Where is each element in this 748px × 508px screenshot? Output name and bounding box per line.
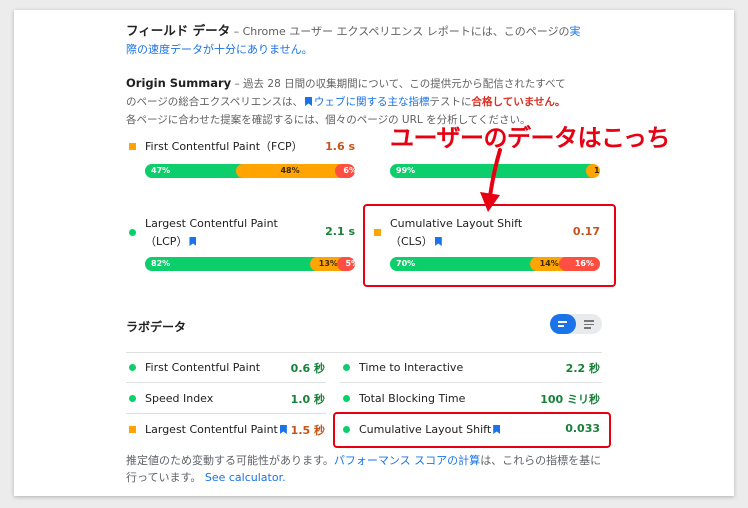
lab-si-value: 1.0 秒 xyxy=(290,393,325,406)
lab-tbt-value: 100 ミリ秒 xyxy=(540,393,600,406)
origin-cls-name-line2: （CLS） xyxy=(390,234,522,250)
lab-si-name: Speed Index xyxy=(145,392,214,405)
list-view-icon[interactable] xyxy=(576,314,602,334)
origin-fcp-value: 1.6 s xyxy=(325,140,355,153)
origin-cls-name-line1: Cumulative Layout Shift xyxy=(390,217,523,230)
footnote-text: 推定値のため変動する可能性があります。 xyxy=(126,454,334,467)
good-dot-icon xyxy=(129,395,136,402)
good-dot-icon xyxy=(343,395,350,402)
poor-segment: 5% xyxy=(337,257,355,271)
callout-text: ユーザーのデータはこっち xyxy=(390,124,670,152)
origin-lcp-value: 2.1 s xyxy=(325,225,355,238)
lab-lcp-value: 1.5 秒 xyxy=(290,424,325,437)
lab-data-title: ラボデータ xyxy=(126,320,187,334)
origin-cls-value: 0.17 xyxy=(572,225,600,238)
origin-summary-title: Origin Summary xyxy=(126,76,232,90)
lab-fcp-value: 0.6 秒 xyxy=(290,362,325,375)
good-segment: 70% xyxy=(390,257,537,271)
lab-cls-value: 0.033 xyxy=(565,422,600,435)
divider xyxy=(340,382,602,383)
average-square-icon xyxy=(129,143,136,150)
origin-cls-distribution-bar: 70% 14% 16% xyxy=(390,257,600,271)
field-data-header: フィールド データ – Chrome ユーザー エクスペリエンス レポートには、… xyxy=(126,22,586,59)
origin-lcp-name-line1: Largest Contentful Paint xyxy=(145,217,278,230)
good-dot-icon xyxy=(343,426,350,433)
divider xyxy=(126,352,602,353)
origin-lcp-name: Largest Contentful Paint （LCP） xyxy=(145,216,278,250)
summary-view-icon[interactable] xyxy=(550,314,576,334)
divider xyxy=(126,382,326,383)
poor-segment: 16% xyxy=(559,257,600,271)
average-segment: 48% xyxy=(235,164,343,178)
origin-lcp-name-line2: （LCP） xyxy=(145,234,278,250)
good-segment: 47% xyxy=(145,164,243,178)
origin-lcp-abbr: （LCP） xyxy=(145,235,188,248)
field-data-desc: – Chrome ユーザー エクスペリエンス レポートには、このページの xyxy=(230,25,570,38)
bookmark-icon xyxy=(434,237,442,246)
lab-cls-label: Cumulative Layout Shift xyxy=(359,423,492,436)
divider xyxy=(126,413,326,414)
good-dot-icon xyxy=(129,229,136,236)
origin-cls-abbr: （CLS） xyxy=(390,235,433,248)
bookmark-icon xyxy=(493,425,501,434)
average-square-icon xyxy=(374,229,381,236)
origin-fcp-distribution-bar: 47% 48% 6% xyxy=(145,164,355,178)
bookmark-icon xyxy=(189,237,197,246)
field-data-title: フィールド データ xyxy=(126,23,231,38)
lab-cls-name: Cumulative Layout Shift xyxy=(359,422,502,438)
origin-summary-text-2: テストに xyxy=(429,96,472,108)
good-dot-icon xyxy=(129,364,136,371)
lab-tti-name: Time to Interactive xyxy=(359,361,464,374)
assessment-status: 合格していません。 xyxy=(471,96,566,108)
origin-cls-name: Cumulative Layout Shift （CLS） xyxy=(390,216,522,250)
bookmark-icon xyxy=(305,97,313,106)
lab-footnote: 推定値のため変動する可能性があります。パフォーマンス スコアの計算は、これらの指… xyxy=(126,452,606,486)
score-calc-link[interactable]: パフォーマンス スコアの計算 xyxy=(334,454,480,467)
poor-segment: 6% xyxy=(335,164,355,178)
see-calculator-link[interactable]: See calculator. xyxy=(205,471,286,484)
view-toggle[interactable] xyxy=(550,314,602,334)
average-segment: 1% xyxy=(586,164,600,178)
origin-lcp-distribution-bar: 82% 13% 5% xyxy=(145,257,355,271)
core-web-vitals-link[interactable]: ウェブに関する主な指標 xyxy=(314,96,430,108)
average-square-icon xyxy=(129,426,136,433)
origin-fcp-name: First Contentful Paint（FCP） xyxy=(145,140,303,153)
good-segment: 82% xyxy=(145,257,318,271)
lab-tbt-name: Total Blocking Time xyxy=(359,392,466,405)
lab-fcp-name: First Contentful Paint xyxy=(145,361,261,374)
lab-tti-value: 2.2 秒 xyxy=(565,362,600,375)
good-dot-icon xyxy=(343,364,350,371)
